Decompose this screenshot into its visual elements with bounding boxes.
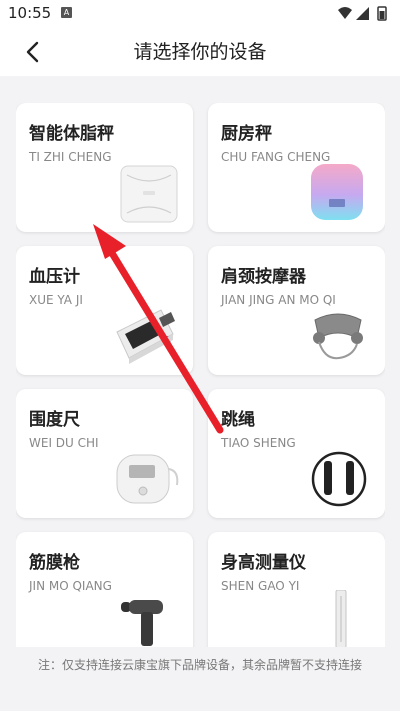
device-name: 厨房秤	[221, 124, 272, 144]
device-card-massage-gun[interactable]: 筋膜枪 JIN MO QIANG	[16, 532, 193, 647]
header: 请选择你的设备	[0, 28, 400, 76]
device-pinyin: TIAO SHENG	[221, 436, 296, 450]
massage-gun-icon	[121, 600, 163, 646]
support-note: 注：仅支持连接云康宝旗下品牌设备，其余品牌暂不支持连接	[0, 650, 400, 680]
status-icons	[338, 6, 387, 21]
signal-icon	[356, 7, 369, 20]
device-pinyin: JIN MO QIANG	[29, 579, 112, 593]
device-name: 身高测量仪	[221, 553, 306, 573]
neck-massager-icon	[313, 313, 363, 360]
status-bar: 10:55 A	[0, 0, 400, 28]
height-meter-icon	[335, 590, 347, 647]
device-card-neck-massager[interactable]: 肩颈按摩器 JIAN JING AN MO QI	[208, 246, 385, 375]
device-card-blood-pressure-monitor[interactable]: 血压计 XUE YA JI	[16, 246, 193, 375]
jump-rope-icon	[311, 451, 367, 507]
status-time: 10:55	[8, 4, 52, 22]
device-name: 智能体脂秤	[29, 124, 114, 144]
device-card-kitchen-scale[interactable]: 厨房秤 CHU FANG CHENG	[208, 103, 385, 232]
device-name: 围度尺	[29, 410, 80, 430]
device-card-height-meter[interactable]: 身高测量仪 SHEN GAO YI	[208, 532, 385, 647]
device-pinyin: TI ZHI CHENG	[29, 150, 112, 164]
notification-icon: A	[61, 7, 72, 18]
page-title: 请选择你的设备	[133, 41, 267, 63]
kitchen-scale-icon	[311, 164, 363, 220]
device-grid: 智能体脂秤 TI ZHI CHENG 厨房秤 CHU FANG CHENG 血压…	[16, 103, 385, 647]
device-name: 筋膜枪	[29, 553, 80, 573]
device-name: 跳绳	[221, 410, 255, 430]
device-pinyin: XUE YA JI	[29, 293, 83, 307]
device-name: 血压计	[29, 267, 80, 287]
device-card-tape-measure[interactable]: 围度尺 WEI DU CHI	[16, 389, 193, 518]
device-card-body-fat-scale[interactable]: 智能体脂秤 TI ZHI CHENG	[16, 103, 193, 232]
device-pinyin: WEI DU CHI	[29, 436, 99, 450]
device-card-jump-rope[interactable]: 跳绳 TIAO SHENG	[208, 389, 385, 518]
device-pinyin: JIAN JING AN MO QI	[221, 293, 336, 307]
device-pinyin: SHEN GAO YI	[221, 579, 300, 593]
device-name: 肩颈按摩器	[221, 267, 306, 287]
bottom-bar	[0, 680, 400, 711]
body-fat-scale-icon	[120, 165, 178, 223]
blood-pressure-monitor-icon	[116, 309, 175, 364]
wifi-icon	[338, 7, 352, 19]
tape-measure-icon	[116, 454, 179, 504]
